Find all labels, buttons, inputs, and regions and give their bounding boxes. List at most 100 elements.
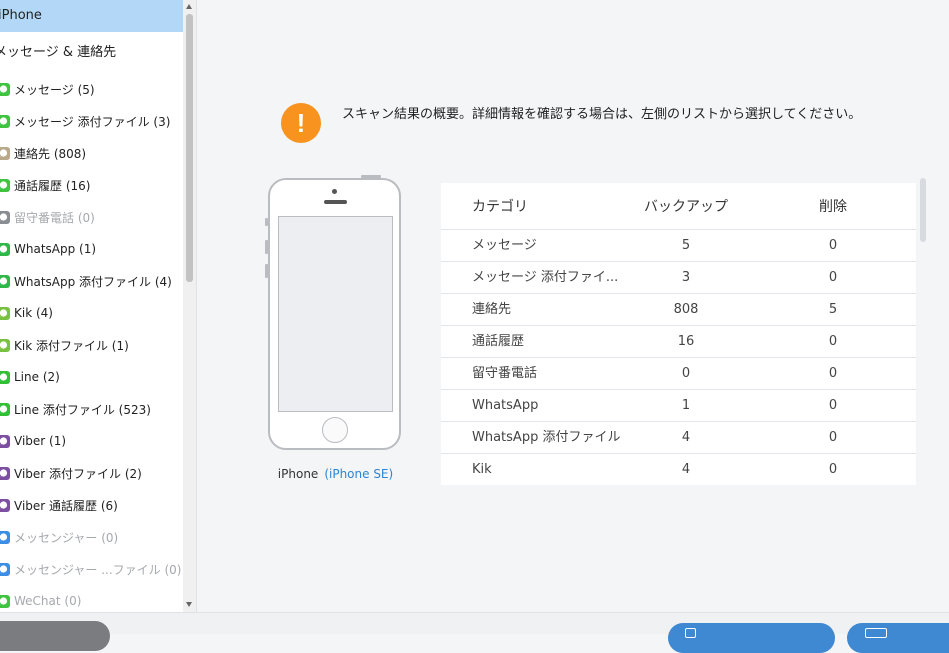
phone-home-button [322, 417, 348, 443]
phone-speaker [324, 200, 347, 204]
cell-deleted: 0 [828, 366, 838, 381]
device-caption: iPhone (iPhone SE) [268, 467, 403, 481]
cell-backup: 1 [681, 398, 691, 413]
line-icon [0, 370, 10, 384]
table-row: WhatsApp 1 0 [441, 389, 916, 421]
phone-camera [332, 189, 337, 194]
cell-category: Kik [472, 462, 492, 477]
scan-summary-notice: スキャン結果の概要。詳細情報を確認する場合は、左側のリストから選択してください。 [342, 107, 862, 122]
sidebar-item-label: メッセージ 添付ファイル (3) [14, 114, 171, 129]
viber-attachment-icon [0, 466, 10, 480]
sidebar-item-label: Viber 通話履歴 (6) [14, 498, 118, 513]
sidebar-item[interactable]: メッセンジャー ...ファイル (0) [0, 553, 183, 585]
cell-backup: 16 [677, 334, 695, 349]
sidebar-item-label: WhatsApp 添付ファイル (4) [14, 274, 172, 289]
wechat-icon [0, 594, 10, 608]
sidebar-item[interactable]: WeChat (0) [0, 585, 183, 612]
phone-illustration [268, 178, 401, 450]
device-model: (iPhone SE) [324, 467, 394, 481]
cell-backup: 4 [681, 462, 691, 477]
computer-icon [865, 628, 887, 638]
sidebar-item-label: メッセンジャー ...ファイル (0) [14, 562, 182, 577]
sidebar-item-label: Line 添付ファイル (523) [14, 402, 151, 417]
cell-deleted: 0 [828, 398, 838, 413]
column-header-deleted: 削除 [819, 199, 847, 215]
sidebar-item-label: Line (2) [14, 370, 60, 384]
messenger-icon [0, 530, 10, 544]
sidebar-item-label: メッセージ (5) [14, 82, 95, 97]
viber-icon [0, 434, 10, 448]
sidebar-item[interactable]: Line 添付ファイル (523) [0, 393, 183, 425]
cell-backup: 5 [681, 238, 691, 253]
sidebar-item-label: 通話履歴 (16) [14, 178, 91, 193]
sidebar-device-item[interactable]: iPhone [0, 0, 183, 32]
phone-screen [278, 216, 393, 412]
cell-backup: 4 [681, 430, 691, 445]
sidebar-scrollbar[interactable] [183, 0, 196, 612]
cell-category: 通話履歴 [472, 334, 525, 349]
sidebar-item[interactable]: Viber 通話履歴 (6) [0, 489, 183, 521]
sidebar-item[interactable]: メッセージ 添付ファイル (3) [0, 105, 183, 137]
sidebar-group-header[interactable]: メッセージ & 連絡先 [0, 42, 122, 64]
sidebar-item[interactable]: 連絡先 (808) [0, 137, 183, 169]
cell-category: メッセージ [472, 238, 537, 253]
table-scrollbar[interactable] [920, 178, 926, 242]
scroll-down-arrow-icon[interactable] [186, 602, 192, 607]
sidebar-scroll-thumb[interactable] [186, 14, 193, 282]
sidebar-item-label: Kik 添付ファイル (1) [14, 338, 129, 353]
cell-deleted: 0 [828, 430, 838, 445]
cell-category: WhatsApp 添付ファイル [472, 430, 621, 445]
warning-icon: ! [281, 103, 321, 143]
cell-deleted: 5 [828, 302, 838, 317]
column-header-backup: バックアップ [644, 199, 728, 215]
table-row: Kik 4 0 [441, 453, 916, 485]
whatsapp-icon [0, 242, 10, 256]
sidebar-item[interactable]: WhatsApp 添付ファイル (4) [0, 265, 183, 297]
messenger-attachment-icon [0, 562, 10, 576]
cell-backup: 0 [681, 366, 691, 381]
sidebar-item-label: 留守番電話 (0) [14, 210, 95, 225]
sidebar-item-label: メッセンジャー (0) [14, 530, 119, 545]
message-icon [0, 82, 10, 96]
sidebar: iPhone メッセージ & 連絡先 メッセージ (5) メッセージ 添付ファイル… [0, 0, 197, 612]
sidebar-item[interactable]: 留守番電話 (0) [0, 201, 183, 233]
sidebar-item[interactable]: Viber (1) [0, 425, 183, 457]
device-icon [685, 628, 696, 638]
table-row: 通話履歴 16 0 [441, 325, 916, 357]
cell-backup: 3 [681, 270, 691, 285]
sidebar-item[interactable]: Kik (4) [0, 297, 183, 329]
sidebar-item[interactable]: Line (2) [0, 361, 183, 393]
line-attachment-icon [0, 402, 10, 416]
whatsapp-attachment-icon [0, 274, 10, 288]
column-header-category: カテゴリ [472, 199, 528, 215]
sidebar-group-label: メッセージ & 連絡先 [0, 45, 117, 60]
sidebar-item-label: 連絡先 (808) [14, 146, 87, 161]
cell-deleted: 0 [828, 270, 838, 285]
sidebar-item-label: WhatsApp (1) [14, 242, 97, 256]
kik-icon [0, 306, 10, 320]
sidebar-item-label: Viber (1) [14, 434, 67, 448]
sidebar-item[interactable]: メッセージ (5) [0, 73, 183, 105]
cell-category: メッセージ 添付ファイ... [472, 270, 619, 285]
table-row: メッセージ 5 0 [441, 229, 916, 261]
sidebar-item[interactable]: メッセンジャー (0) [0, 521, 183, 553]
export-to-computer-button[interactable] [847, 623, 949, 653]
sidebar-item[interactable]: Kik 添付ファイル (1) [0, 329, 183, 361]
sidebar-item-label: Kik (4) [14, 306, 53, 320]
table-row: メッセージ 添付ファイ... 3 0 [441, 261, 916, 293]
sidebar-item[interactable]: WhatsApp (1) [0, 233, 183, 265]
scroll-up-arrow-icon[interactable] [186, 4, 192, 9]
sidebar-item[interactable]: 通話履歴 (16) [0, 169, 183, 201]
summary-table: カテゴリ バックアップ 削除 メッセージ 5 0 メッセージ 添付ファイ... 3 0 連絡… [441, 183, 916, 485]
voicemail-icon [0, 210, 10, 224]
back-button[interactable] [0, 621, 110, 651]
cell-category: 連絡先 [472, 302, 512, 317]
message-attachment-icon [0, 114, 10, 128]
cell-deleted: 0 [828, 238, 838, 253]
viber-call-icon [0, 498, 10, 512]
sidebar-item[interactable]: Viber 添付ファイル (2) [0, 457, 183, 489]
cell-backup: 808 [673, 302, 699, 317]
sidebar-device-label: iPhone [0, 8, 42, 23]
table-row: WhatsApp 添付ファイル 4 0 [441, 421, 916, 453]
device-name: iPhone [277, 467, 319, 481]
